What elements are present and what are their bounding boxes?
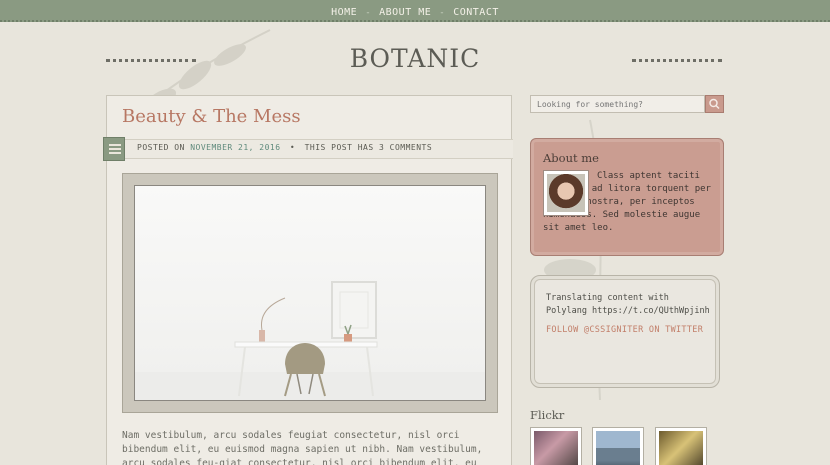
search-form [530,95,724,113]
top-navigation: HOME - ABOUT ME - CONTACT [0,0,830,22]
flickr-title: Flickr [530,408,565,422]
tweet-text[interactable]: Translating content with Polylang https:… [546,292,711,318]
avatar [543,170,589,216]
twitter-follow-link[interactable]: FOLLOW @CSSIGNITER ON TWITTER [546,325,703,335]
flickr-thumb[interactable] [530,427,582,465]
calendar-icon [103,137,125,161]
post-meta: POSTED ON NOVEMBER 21, 2016 • THIS POST … [137,143,432,152]
nav-separator: - [365,7,372,18]
post-date-link[interactable]: NOVEMBER 21, 2016 [190,143,280,152]
search-button[interactable] [705,95,724,113]
desk-illustration [234,281,378,397]
post-image[interactable] [134,185,486,401]
flickr-thumb[interactable] [655,427,707,465]
header-dots-right [632,59,722,62]
about-title: About me [543,151,599,165]
search-input[interactable] [530,95,705,113]
nav-about-me[interactable]: ABOUT ME [379,7,431,18]
flickr-thumb[interactable] [592,427,644,465]
post-comments-count: THIS POST HAS 3 COMMENTS [304,143,433,152]
nav-separator: - [439,7,446,18]
twitter-widget: Translating content with Polylang https:… [530,275,720,388]
post-title[interactable]: Beauty & The Mess [122,106,301,127]
meta-bullet: • [289,143,296,152]
about-me-widget: About me Class aptent taciti sociosqu ad… [530,138,724,256]
post-card: Beauty & The Mess POSTED ON NOVEMBER 21,… [103,95,513,465]
nav-contact[interactable]: CONTACT [453,7,499,18]
search-icon [709,98,720,110]
post-excerpt: Nam vestibulum, arcu sodales feugiat con… [122,430,483,465]
meta-prefix: POSTED ON [137,143,185,152]
post-image-frame [122,173,498,413]
nav-home[interactable]: HOME [331,7,357,18]
